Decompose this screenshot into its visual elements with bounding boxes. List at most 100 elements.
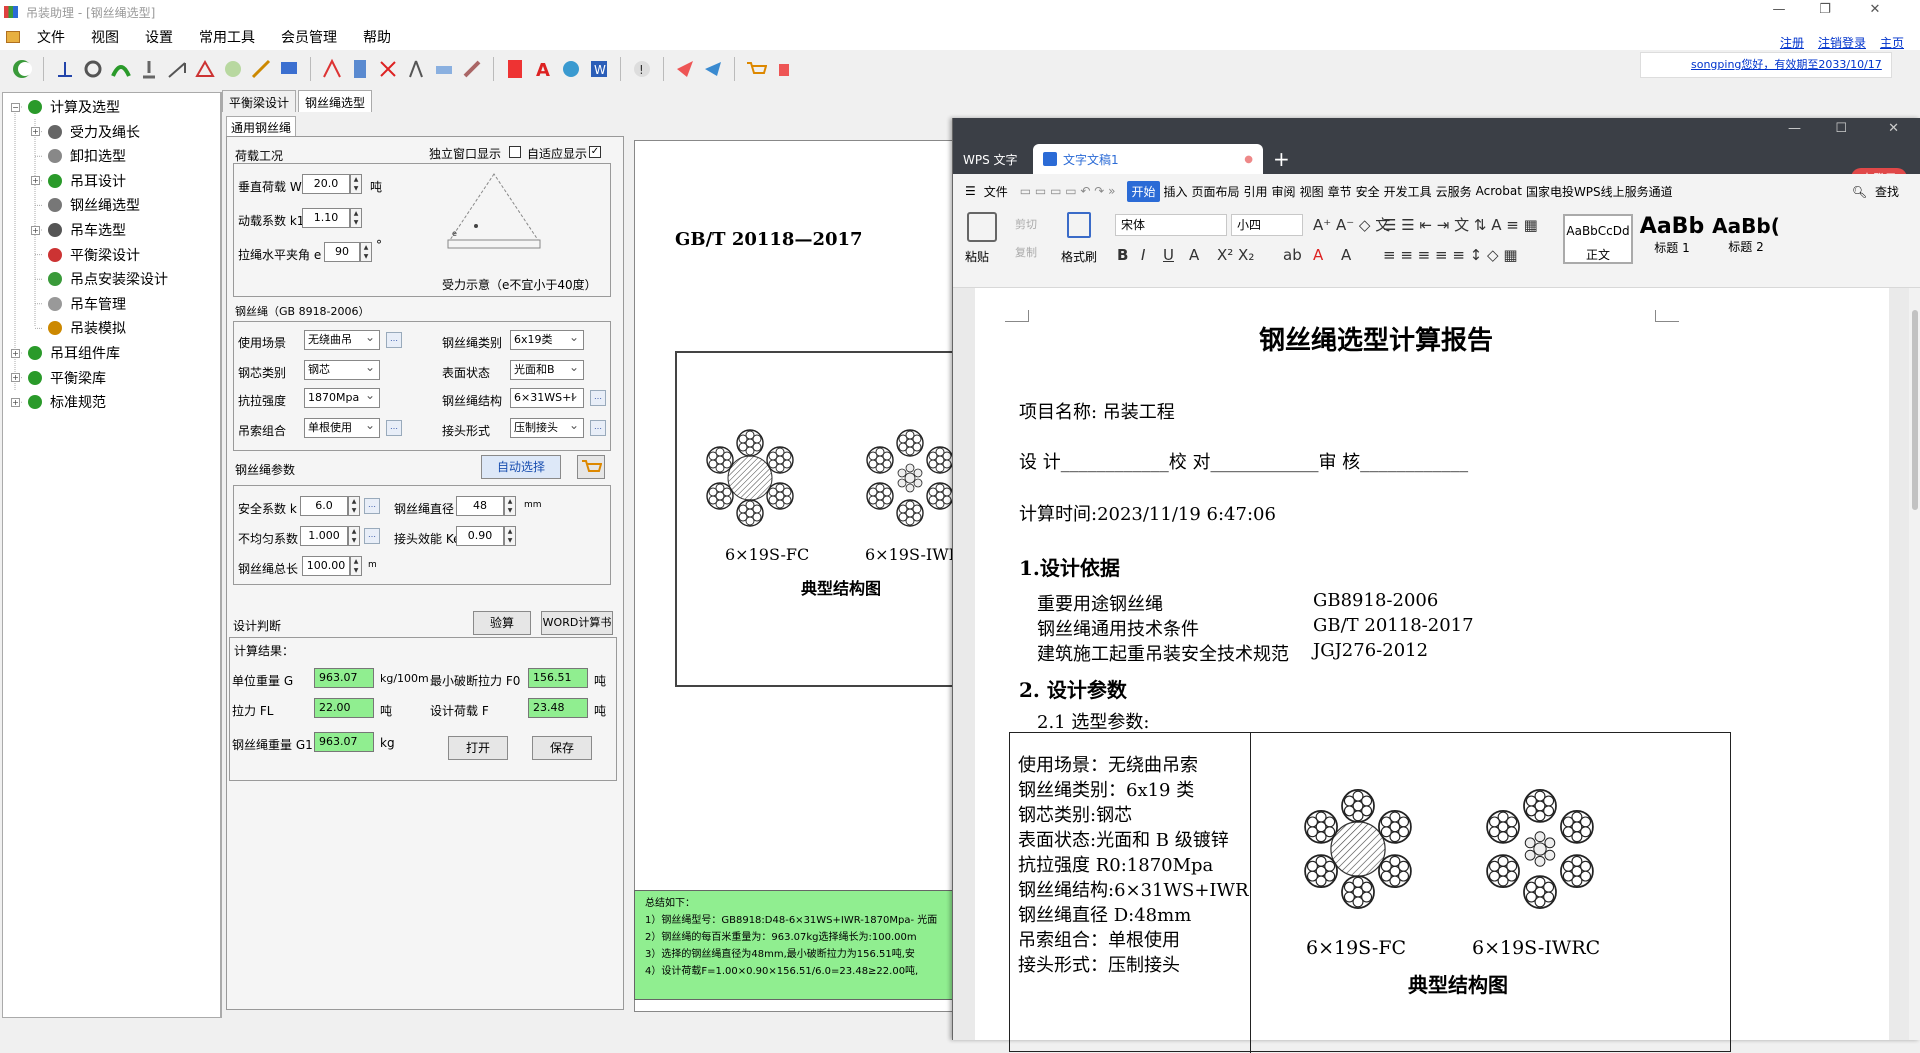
crane-icon[interactable] — [165, 57, 189, 81]
user-info[interactable]: songping您好，有效期至2033/10/17 — [1640, 52, 1892, 78]
wps-menu-reference[interactable]: 引用 — [1244, 183, 1268, 200]
menu-member[interactable]: 会员管理 — [278, 25, 340, 49]
drawing-icon[interactable] — [432, 57, 456, 81]
expand-toggle-icon[interactable]: + — [31, 176, 40, 186]
expand-toggle-icon[interactable]: + — [11, 373, 20, 383]
surface-select[interactable]: 光面和B — [510, 358, 584, 380]
angle-input[interactable]: 90 — [324, 242, 360, 262]
cut-button[interactable]: 剪切 — [1015, 216, 1037, 232]
tree-item[interactable]: 吊点安装梁设计 — [31, 267, 168, 291]
gift-icon[interactable] — [772, 57, 796, 81]
uneven-spinner[interactable]: ▲ ▼ — [348, 526, 360, 546]
scissors-icon[interactable] — [376, 57, 400, 81]
expand-toggle-icon[interactable]: − — [11, 102, 20, 112]
shop-cart-icon[interactable] — [744, 57, 768, 81]
wps-menu-layout[interactable]: 页面布局 — [1192, 183, 1240, 200]
wps-menu-acrobat[interactable]: Acrobat — [1476, 184, 1522, 198]
tree-item[interactable]: + 吊耳设计 — [31, 169, 126, 193]
angle-spinner[interactable]: ▲ ▼ — [360, 242, 372, 262]
font-size-select[interactable]: 小四 — [1231, 214, 1303, 236]
wps-menu-home[interactable]: 开始 — [1127, 180, 1160, 202]
copy-button[interactable]: 复制 — [1015, 244, 1037, 260]
tree-item[interactable]: 吊装模拟 — [31, 316, 126, 340]
tab-balance-beam[interactable]: 平衡梁设计 — [222, 90, 297, 112]
menu-tools[interactable]: 常用工具 — [196, 25, 258, 49]
send-icon[interactable] — [701, 57, 725, 81]
tab-wire-rope[interactable]: 钢丝绳选型 — [298, 90, 373, 112]
tree-item[interactable]: + 吊车选型 — [31, 218, 126, 242]
uneven-input[interactable]: 1.000 — [300, 526, 348, 546]
wps-maximize-button[interactable]: ☐ — [1835, 121, 1847, 136]
word-report-button[interactable]: WORD计算书 — [541, 611, 613, 635]
wps-doc-tab[interactable]: 文字文稿1 ● — [1033, 144, 1263, 174]
logout-link[interactable]: 注销登录 — [1818, 34, 1866, 51]
safety-input[interactable]: 6.0 — [300, 496, 348, 516]
register-link[interactable]: 注册 — [1780, 34, 1804, 51]
pdf-icon[interactable] — [503, 57, 527, 81]
highlight-icon[interactable]: ab — [1283, 246, 1302, 264]
lifting-point-icon[interactable] — [221, 57, 245, 81]
wps-menu-cloud[interactable]: 云服务 — [1436, 183, 1472, 200]
align-icons[interactable]: ≡ ≡ ≡ ≡ ≡ ↕ ◇ ▦ — [1383, 246, 1518, 264]
help-icon[interactable]: ! — [630, 57, 654, 81]
joint-image-icon[interactable]: … — [590, 420, 606, 436]
menu-settings[interactable]: 设置 — [142, 25, 176, 49]
document-page[interactable]: 钢丝绳选型计算报告 项目名称: 吊装工程 设 计____________校 对_… — [975, 288, 1889, 1053]
diameter-spinner[interactable]: ▲ ▼ — [504, 496, 516, 516]
paste-label[interactable]: 粘贴 — [965, 248, 989, 265]
tree-item[interactable]: 平衡梁设计 — [31, 243, 140, 267]
vertical-load-spinner[interactable]: ▲ ▼ — [350, 174, 362, 194]
standalone-checkbox[interactable] — [509, 146, 521, 158]
compass-icon[interactable] — [404, 57, 428, 81]
uneven-image-icon[interactable]: … — [364, 528, 380, 544]
tree-item[interactable]: + 平衡梁库 — [11, 366, 106, 390]
style-heading1[interactable]: AaBb 标题 1 — [1637, 214, 1707, 264]
home-link[interactable]: 主页 — [1880, 34, 1904, 51]
wps-menu-review[interactable]: 审阅 — [1272, 183, 1296, 200]
open-button[interactable]: 打开 — [448, 736, 508, 760]
structure-select[interactable]: 6×31WS+I — [510, 386, 584, 408]
wps-close-button[interactable]: ✕ — [1888, 121, 1899, 136]
safety-spinner[interactable]: ▲ ▼ — [348, 496, 360, 516]
monitor-icon[interactable] — [277, 57, 301, 81]
menu-view[interactable]: 视图 — [88, 25, 122, 49]
brush-icon[interactable] — [460, 57, 484, 81]
vertical-load-input[interactable]: 20.0 — [302, 174, 350, 194]
font-icon[interactable]: A — [531, 57, 555, 81]
structure-image-icon[interactable]: … — [590, 390, 606, 406]
bold-icon[interactable]: B — [1117, 246, 1128, 264]
text-tool-icon[interactable] — [320, 57, 344, 81]
dynamic-coef-spinner[interactable]: ▲ ▼ — [350, 208, 362, 228]
format-painter-icon[interactable] — [1067, 212, 1091, 238]
adaptive-checkbox[interactable]: ✓ — [589, 146, 601, 158]
core-select[interactable]: 钢芯 — [304, 358, 380, 380]
wps-menu-view[interactable]: 视图 — [1300, 183, 1324, 200]
menu-help[interactable]: 帮助 — [360, 25, 394, 49]
length-spinner[interactable]: ▲ ▼ — [350, 556, 362, 576]
shackle-icon[interactable] — [81, 57, 105, 81]
tree-item[interactable]: + 吊耳组件库 — [11, 341, 120, 365]
list-icons[interactable]: ☰ ☰ ⇤ ⇥ 文 ⇅ A ≡ ▦ — [1383, 214, 1538, 235]
wps-search[interactable]: 🔍︎ 查找 — [1852, 183, 1903, 200]
globe-icon[interactable] — [559, 57, 583, 81]
expand-toggle-icon[interactable]: + — [31, 225, 40, 235]
style-heading2[interactable]: AaBb( 标题 2 — [1711, 214, 1781, 264]
strength-select[interactable]: 1870Mpa — [304, 386, 380, 408]
type-select[interactable]: 6x19类 — [510, 328, 584, 350]
dynamic-coef-input[interactable]: 1.10 — [302, 208, 350, 228]
diameter-input[interactable]: 48 — [456, 496, 504, 516]
efficiency-spinner[interactable]: ▲ ▼ — [504, 526, 516, 546]
style-normal[interactable]: AaBbCcDd 正文 — [1563, 214, 1633, 264]
beam-icon[interactable] — [193, 57, 217, 81]
close-button[interactable]: ✕ — [1852, 2, 1898, 17]
strikethrough-icon[interactable]: A — [1189, 246, 1199, 264]
format-painter-label[interactable]: 格式刷 — [1061, 248, 1097, 265]
tree-item[interactable]: 吊车管理 — [31, 292, 126, 316]
expand-toggle-icon[interactable]: + — [11, 348, 20, 358]
hamburger-icon[interactable]: ☰ — [965, 184, 976, 198]
scroll-thumb[interactable] — [1912, 310, 1918, 510]
check-button[interactable]: 验算 — [473, 611, 531, 635]
wps-menu-dev[interactable]: 开发工具 — [1384, 183, 1432, 200]
tree-item[interactable]: 卸扣选型 — [31, 144, 126, 168]
save-button[interactable]: 保存 — [532, 736, 592, 760]
